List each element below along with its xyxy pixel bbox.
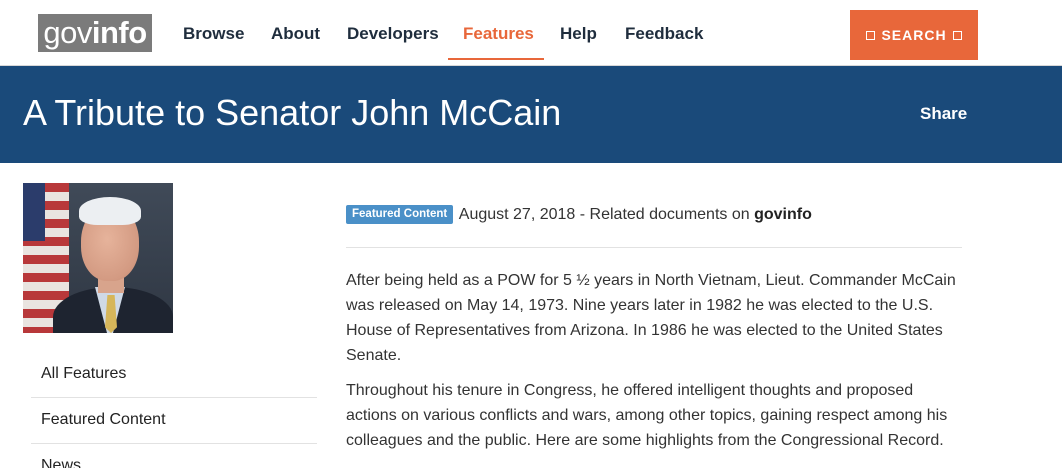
- nav-browse[interactable]: Browse: [183, 24, 244, 44]
- nav-about[interactable]: About: [271, 24, 320, 44]
- article-paragraph-1: After being held as a POW for 5 ½ years …: [346, 272, 956, 364]
- top-navigation: govinfo Browse About Developers Features…: [0, 0, 1062, 66]
- page-title: A Tribute to Senator John McCain: [23, 92, 562, 133]
- search-button[interactable]: SEARCH: [850, 10, 978, 60]
- featured-content-badge[interactable]: Featured Content: [346, 205, 454, 224]
- govinfo-link[interactable]: govinfo: [754, 206, 812, 223]
- square-icon: [866, 30, 876, 40]
- content-divider: [346, 247, 962, 248]
- sidebar-item-all-features[interactable]: All Features: [31, 352, 317, 398]
- search-label: SEARCH: [881, 27, 947, 43]
- page-banner: A Tribute to Senator John McCain Share: [0, 66, 1062, 163]
- nav-features[interactable]: Features: [463, 24, 534, 44]
- sidebar-nav: All Features Featured Content News: [31, 352, 317, 468]
- article-meta: Featured Content August 27, 2018 - Relat…: [346, 205, 966, 225]
- nav-feedback[interactable]: Feedback: [625, 24, 703, 44]
- sidebar-item-news[interactable]: News: [31, 444, 317, 468]
- senator-portrait: [23, 183, 173, 333]
- logo-part-gov: gov: [43, 15, 92, 50]
- flag-canton: [23, 183, 45, 241]
- active-nav-underline: [448, 58, 544, 60]
- share-button[interactable]: Share: [920, 104, 967, 124]
- article-date: August 27, 2018: [458, 206, 576, 223]
- hair-shape: [79, 197, 141, 225]
- square-icon: [952, 30, 962, 40]
- sidebar-item-featured-content[interactable]: Featured Content: [31, 398, 317, 444]
- article-paragraph-2: Throughout his tenure in Congress, he of…: [346, 382, 948, 449]
- nav-help[interactable]: Help: [560, 24, 597, 44]
- nav-developers[interactable]: Developers: [347, 24, 439, 44]
- govinfo-logo[interactable]: govinfo: [38, 14, 152, 52]
- logo-part-info: info: [91, 15, 147, 50]
- related-documents-text: - Related documents on: [575, 206, 755, 223]
